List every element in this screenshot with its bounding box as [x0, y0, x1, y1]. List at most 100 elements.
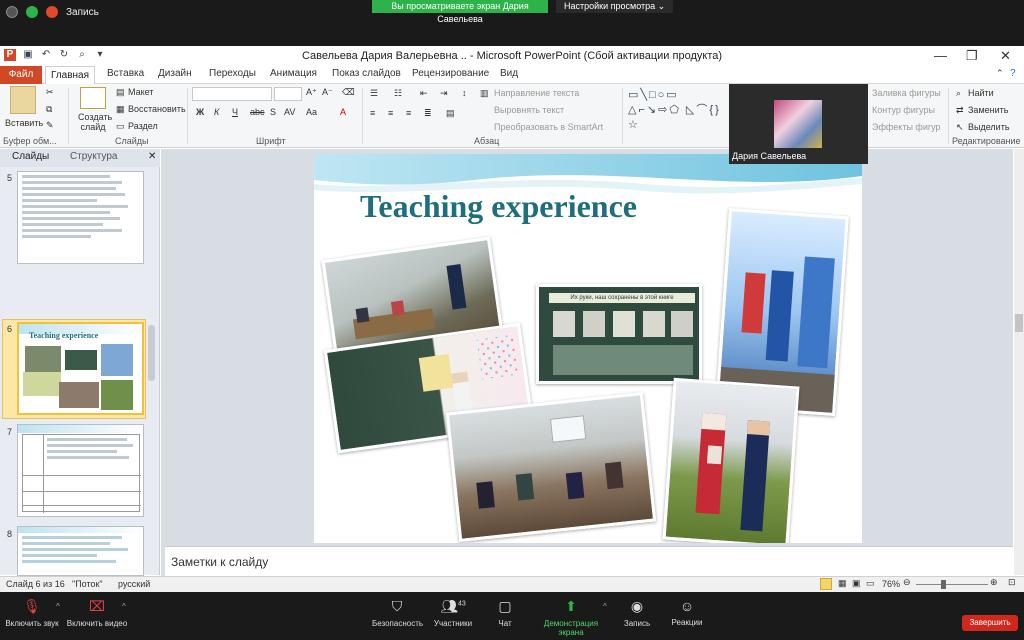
section-icon[interactable]: ▭	[116, 121, 125, 132]
zoom-slider[interactable]	[916, 584, 988, 585]
scroll-thumb[interactable]	[1015, 314, 1023, 332]
view-settings-button[interactable]: Настройки просмотра ⌄	[556, 0, 674, 13]
panel-scrollbar[interactable]	[148, 325, 155, 381]
chevron-up-icon[interactable]: ^	[122, 602, 126, 611]
tab-outline[interactable]: Структура	[70, 151, 117, 162]
slide-thumbnail-6[interactable]: Teaching experience	[17, 322, 144, 415]
shape-effects-button[interactable]: Эффекты фигур	[872, 122, 941, 132]
align-text-button[interactable]: Выровнять текст	[494, 105, 564, 115]
tab-file[interactable]: Файл	[0, 66, 42, 84]
text-direction-button[interactable]: Направление текста	[494, 88, 579, 98]
chevron-up-icon[interactable]: ^	[603, 602, 607, 611]
font-color-icon[interactable]: A	[340, 107, 346, 117]
ribbon-collapse-icon[interactable]: ⌃	[996, 68, 1004, 79]
numbering-icon[interactable]: ☷	[394, 88, 402, 99]
slide-sorter-icon[interactable]: ▦	[838, 578, 847, 589]
paste-button[interactable]: Вставить	[5, 118, 43, 128]
language[interactable]: русский	[118, 579, 150, 589]
shape-outline-button[interactable]: Контур фигуры	[872, 105, 935, 115]
zoom-level[interactable]: 76%	[882, 579, 900, 589]
restore-icon[interactable]: ❐	[966, 48, 978, 64]
clear-format-icon[interactable]: ⌫	[342, 87, 355, 98]
normal-view-icon[interactable]	[820, 578, 832, 590]
tab-insert[interactable]: Вставка	[107, 68, 144, 79]
copy-icon[interactable]: ⧉	[46, 104, 52, 115]
distribute-icon[interactable]: ▤	[446, 108, 455, 119]
select-button[interactable]: Выделить	[968, 122, 1010, 132]
reading-view-icon[interactable]: ▣	[852, 578, 861, 589]
notes-pane[interactable]: Заметки к слайду	[165, 546, 1013, 576]
slide-thumbnail-8[interactable]	[17, 526, 144, 576]
section-button[interactable]: Раздел	[128, 121, 158, 131]
cut-icon[interactable]: ✂	[46, 87, 54, 98]
replace-icon[interactable]: ⇄	[956, 105, 964, 116]
bullets-icon[interactable]: ☰	[370, 88, 378, 99]
chat-button[interactable]: ▢ Чат	[490, 598, 520, 628]
shape-fill-button[interactable]: Заливка фигуры	[872, 88, 941, 98]
share-screen-button[interactable]: ⬆ Демонстрация экрана	[532, 598, 610, 637]
shrink-font-icon[interactable]: A⁻	[322, 87, 333, 98]
shadow-button[interactable]: S	[270, 107, 276, 117]
grow-font-icon[interactable]: A⁺	[306, 87, 317, 98]
help-icon[interactable]: ?	[1010, 68, 1016, 79]
end-meeting-button[interactable]: Завершить	[962, 615, 1018, 631]
case-button[interactable]: Aa	[306, 107, 317, 117]
strike-button[interactable]: abc	[250, 107, 265, 117]
format-painter-icon[interactable]: ✎	[46, 120, 54, 131]
tab-slideshow[interactable]: Показ слайдов	[332, 68, 401, 79]
spacing-button[interactable]: AV	[284, 107, 295, 117]
tab-design[interactable]: Дизайн	[158, 68, 192, 79]
close-panel-icon[interactable]: ✕	[148, 151, 156, 162]
chevron-up-icon[interactable]: ^	[56, 602, 60, 611]
reset-button[interactable]: Восстановить	[128, 104, 186, 114]
slideshow-icon[interactable]: ▭	[866, 578, 875, 589]
zoom-in-icon[interactable]: ⊕	[990, 577, 998, 588]
new-slide-icon[interactable]	[80, 87, 106, 109]
participants-button[interactable]: 👥︎43 Участники	[432, 598, 474, 628]
start-video-button[interactable]: ⌧ Включить видео	[66, 598, 128, 628]
tab-view[interactable]: Вид	[500, 68, 518, 79]
replace-button[interactable]: Заменить	[968, 105, 1008, 115]
layout-button[interactable]: Макет	[128, 87, 153, 97]
clipboard-icon[interactable]	[10, 86, 36, 114]
reactions-button[interactable]: ☺ Реакции	[670, 598, 704, 627]
justify-icon[interactable]: ≣	[424, 108, 432, 119]
align-right-icon[interactable]: ≡	[406, 108, 411, 118]
record-button[interactable]: ◉ Запись	[622, 598, 652, 628]
italic-button[interactable]: К	[214, 107, 219, 117]
info-icon[interactable]	[6, 6, 18, 18]
bold-button[interactable]: Ж	[196, 107, 204, 117]
close-icon[interactable]: ✕	[1000, 48, 1011, 64]
shapes-gallery[interactable]: ▭╲□○▭ △⌐↘⇨⬠ ◺⌒{}☆	[628, 88, 724, 132]
font-name-combo[interactable]	[192, 87, 272, 101]
find-icon[interactable]: ⌕	[956, 88, 961, 99]
security-button[interactable]: ⛉ Безопасность	[372, 598, 423, 628]
tab-animation[interactable]: Анимация	[270, 68, 317, 79]
minimize-icon[interactable]: —	[934, 48, 947, 63]
zoom-out-icon[interactable]: ⊖	[903, 577, 911, 588]
tab-slides[interactable]: Слайды	[12, 151, 49, 162]
line-spacing-icon[interactable]: ↕	[462, 88, 467, 98]
layout-icon[interactable]: ▤	[116, 87, 125, 98]
zoom-slider-thumb[interactable]	[941, 580, 946, 589]
increase-indent-icon[interactable]: ⇥	[440, 88, 448, 99]
find-button[interactable]: Найти	[968, 88, 994, 98]
convert-smartart-button[interactable]: Преобразовать в SmartArt	[494, 122, 603, 132]
participant-video-tile[interactable]: Дария Савельева	[729, 84, 868, 164]
align-left-icon[interactable]: ≡	[370, 108, 375, 118]
slide-thumbnail-5[interactable]	[17, 171, 144, 264]
underline-button[interactable]: Ч	[232, 107, 238, 117]
shield-icon[interactable]	[26, 6, 38, 18]
vertical-scrollbar[interactable]	[1014, 149, 1024, 575]
new-slide-button[interactable]: Создать слайд	[78, 112, 112, 132]
fit-to-window-icon[interactable]: ⊡	[1008, 577, 1016, 588]
current-slide[interactable]: Teaching experience Их руки, наш сохране…	[314, 154, 862, 543]
tab-review[interactable]: Рецензирование	[412, 68, 489, 79]
reset-icon[interactable]: ▦	[116, 104, 125, 115]
font-size-combo[interactable]	[274, 87, 302, 101]
slide-title[interactable]: Teaching experience	[360, 188, 637, 225]
tab-home[interactable]: Главная	[45, 66, 95, 85]
align-center-icon[interactable]: ≡	[388, 108, 393, 118]
decrease-indent-icon[interactable]: ⇤	[420, 88, 428, 99]
unmute-button[interactable]: 🎙︎ Включить звук	[4, 598, 60, 628]
